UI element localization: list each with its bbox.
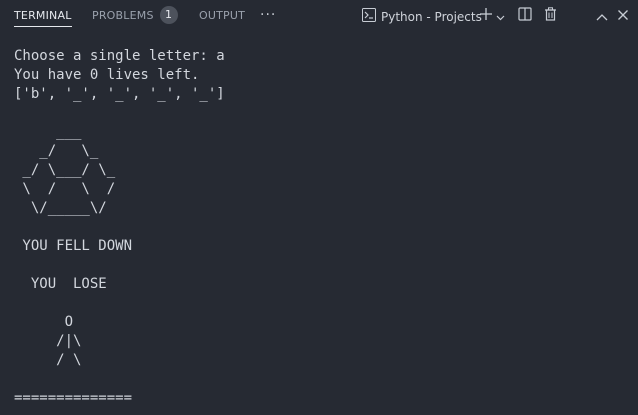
problems-count-badge: 1	[159, 6, 178, 24]
split-terminal-button[interactable]	[516, 6, 534, 24]
terminal-line: O	[14, 314, 74, 330]
terminal-instance-selector[interactable]: Python - Projects	[362, 7, 482, 26]
tab-problems-label: PROBLEMS	[92, 8, 154, 22]
terminal-line: _/ \___/ \_	[14, 162, 116, 178]
terminal-line: ==============	[14, 390, 133, 406]
terminal-line: _/ \_	[14, 143, 99, 159]
terminal-line: Choose a single letter: a	[14, 48, 225, 64]
trash-icon	[544, 6, 557, 25]
terminal-output[interactable]: Choose a single letter: a You have 0 live…	[14, 47, 624, 408]
chevron-up-icon	[596, 6, 608, 25]
terminal-line: ___	[14, 124, 82, 140]
terminal-line: / \	[14, 352, 82, 368]
tab-output-label: OUTPUT	[199, 8, 246, 22]
terminal-line: YOU FELL DOWN	[14, 238, 133, 254]
close-icon	[617, 6, 629, 25]
chevron-down-icon	[496, 6, 505, 25]
tab-terminal-label: TERMINAL	[14, 8, 72, 22]
plus-icon	[479, 6, 493, 25]
terminal-icon	[362, 7, 376, 26]
close-panel-button[interactable]	[614, 6, 632, 24]
terminal-line: \ / \ /	[14, 181, 116, 197]
kill-terminal-button[interactable]	[541, 6, 559, 24]
maximize-panel-button[interactable]	[593, 6, 611, 24]
terminal-instance-label: Python - Projects	[381, 9, 482, 24]
tab-problems[interactable]: PROBLEMS 1	[92, 0, 178, 30]
more-actions-button[interactable]: ···	[260, 0, 276, 30]
panel-header: TERMINAL PROBLEMS 1 OUTPUT ··· Python - …	[0, 0, 638, 30]
tab-terminal[interactable]: TERMINAL	[14, 0, 72, 30]
terminal-line: ['b', '_', '_', '_', '_']	[14, 86, 225, 102]
split-icon	[518, 6, 532, 25]
terminal-line: \/_____\/	[14, 200, 107, 216]
launch-profile-dropdown[interactable]	[494, 6, 506, 24]
terminal-line: /|\	[14, 333, 82, 349]
ellipsis-icon: ···	[260, 7, 277, 23]
terminal-line: YOU LOSE	[14, 276, 107, 292]
terminal-line: You have 0 lives left.	[14, 67, 200, 83]
tab-output[interactable]: OUTPUT	[199, 0, 245, 30]
new-terminal-button[interactable]	[477, 6, 495, 24]
